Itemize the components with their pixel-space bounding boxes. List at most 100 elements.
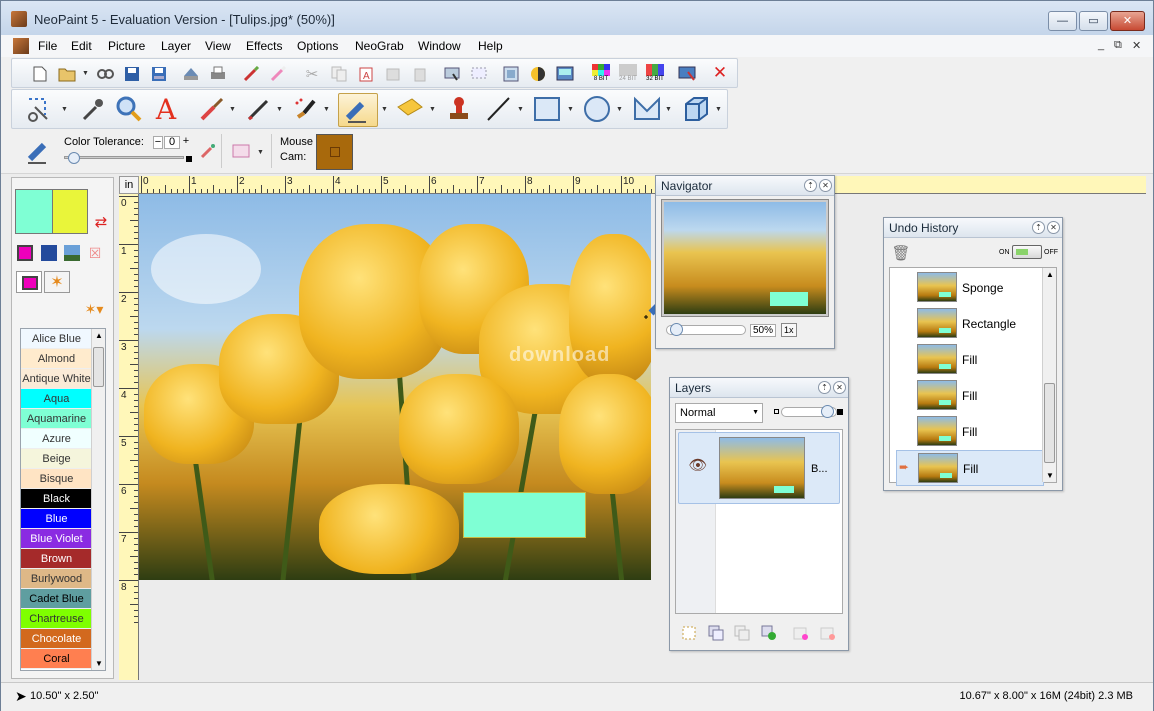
- brush-dropdown[interactable]: ▼: [229, 106, 236, 113]
- duplicate-layer-icon[interactable]: [707, 624, 725, 642]
- undo-history-item[interactable]: Fill: [896, 342, 1044, 378]
- line-dropdown[interactable]: ▼: [517, 106, 524, 113]
- close-document-icon[interactable]: ✕: [711, 63, 729, 82]
- solid-color-icon[interactable]: [40, 244, 58, 262]
- layers-pin-button[interactable]: ⇡: [818, 381, 831, 394]
- app-icon[interactable]: [11, 11, 27, 27]
- scroll-up-button[interactable]: ▲: [1046, 270, 1054, 279]
- menu-window[interactable]: Window: [418, 39, 461, 53]
- color-list-item[interactable]: Burlywood: [21, 569, 92, 589]
- brush-icon[interactable]: [197, 94, 227, 124]
- menu-file[interactable]: File: [38, 39, 57, 53]
- trash-icon[interactable]: 🗑: [891, 244, 910, 262]
- tab-palette[interactable]: [16, 271, 42, 293]
- tab-effects[interactable]: ✶: [44, 271, 70, 293]
- menu-help[interactable]: Help: [478, 39, 503, 53]
- stamp-icon[interactable]: [444, 94, 474, 124]
- eraser-dropdown[interactable]: ▼: [381, 106, 388, 113]
- eyedropper-icon[interactable]: [77, 94, 107, 124]
- layer-up-icon[interactable]: [792, 624, 810, 642]
- undo-history-item[interactable]: Fill: [896, 414, 1044, 450]
- menu-layer[interactable]: Layer: [161, 39, 191, 53]
- scroll-thumb[interactable]: [1044, 383, 1055, 463]
- paste-icon[interactable]: A: [357, 65, 375, 83]
- color-list-item[interactable]: Antique White: [21, 369, 92, 389]
- tolerance-decrease-button[interactable]: −: [153, 136, 163, 149]
- sponge-icon[interactable]: [394, 94, 426, 124]
- ruler-unit[interactable]: in: [119, 176, 139, 194]
- pick-color-icon[interactable]: [199, 142, 217, 160]
- mdi-minimize-button[interactable]: _: [1098, 39, 1104, 51]
- delete-icon[interactable]: [411, 65, 429, 83]
- brightness-icon[interactable]: [529, 65, 547, 83]
- 24bit-icon[interactable]: 24 BIT: [617, 61, 639, 85]
- image-props-icon[interactable]: [556, 65, 574, 83]
- tolerance-increase-button[interactable]: +: [181, 136, 191, 149]
- save-as-icon[interactable]: [150, 65, 168, 83]
- tolerance-value-field[interactable]: 0: [164, 136, 180, 149]
- menu-effects[interactable]: Effects: [246, 39, 282, 53]
- color-list-item[interactable]: Beige: [21, 449, 92, 469]
- polygon-icon[interactable]: [632, 94, 662, 124]
- navigator-zoom-value[interactable]: 50%: [750, 324, 777, 337]
- opacity-thumb[interactable]: [821, 405, 834, 418]
- navigator-zoom-thumb[interactable]: [670, 323, 683, 336]
- polygon-dropdown[interactable]: ▼: [665, 106, 672, 113]
- text-icon[interactable]: A: [151, 93, 181, 126]
- eraser-icon[interactable]: [338, 93, 378, 127]
- redo-icon[interactable]: [270, 65, 288, 83]
- 8bit-icon[interactable]: 8 BIT: [590, 61, 612, 85]
- save-icon[interactable]: [123, 65, 141, 83]
- undo-icon[interactable]: [243, 65, 261, 83]
- color-list-item[interactable]: Cadet Blue: [21, 589, 92, 609]
- open-dropdown[interactable]: ▼: [82, 70, 89, 77]
- fill-mode-icon[interactable]: [231, 142, 251, 160]
- menu-picture[interactable]: Picture: [108, 39, 145, 53]
- no-fill-icon[interactable]: ☒: [86, 244, 104, 262]
- color-list-item[interactable]: Azure: [21, 429, 92, 449]
- fill-mode-dropdown[interactable]: ▼: [257, 149, 264, 156]
- browse-icon[interactable]: [96, 65, 114, 83]
- scroll-up-button[interactable]: ▲: [95, 331, 103, 340]
- delete-layer-icon[interactable]: [819, 624, 837, 642]
- scroll-thumb[interactable]: [93, 347, 104, 387]
- cut-icon[interactable]: ✂: [303, 65, 321, 83]
- cube-icon[interactable]: [681, 94, 711, 124]
- undo-history-pin-button[interactable]: ⇡: [1032, 221, 1045, 234]
- color-list-item[interactable]: Black: [21, 489, 92, 509]
- line-icon[interactable]: [483, 94, 513, 124]
- magic-wand-icon[interactable]: ✶▾: [80, 300, 108, 318]
- pattern-icon[interactable]: [63, 244, 81, 262]
- color-list-item[interactable]: Bisque: [21, 469, 92, 489]
- primary-color-swatch[interactable]: [15, 189, 53, 234]
- print-icon[interactable]: [209, 65, 227, 83]
- menu-edit[interactable]: Edit: [71, 39, 92, 53]
- document-icon[interactable]: [13, 38, 29, 54]
- undo-history-item[interactable]: ➨ Fill: [896, 450, 1044, 486]
- resize-icon[interactable]: [502, 65, 520, 83]
- selection-dropdown[interactable]: ▼: [61, 106, 68, 113]
- image-canvas[interactable]: download: [139, 194, 651, 580]
- color-list-item[interactable]: Chocolate: [21, 629, 92, 649]
- 32bit-icon[interactable]: 32 BIT: [644, 61, 666, 85]
- new-layer-icon[interactable]: [680, 624, 698, 642]
- layers-close-button[interactable]: ✕: [833, 381, 846, 394]
- navigator-1x-button[interactable]: 1x: [781, 323, 797, 337]
- ellipse-dropdown[interactable]: ▼: [616, 106, 623, 113]
- close-button[interactable]: ✕: [1110, 11, 1145, 31]
- tolerance-slider[interactable]: [64, 156, 184, 159]
- cube-dropdown[interactable]: ▼: [715, 106, 722, 113]
- eye-icon[interactable]: 👁: [687, 457, 709, 474]
- pen-dropdown[interactable]: ▼: [276, 106, 283, 113]
- select-all-icon[interactable]: [470, 65, 488, 83]
- navigator-preview[interactable]: [661, 199, 829, 317]
- pen-icon[interactable]: [244, 94, 274, 124]
- paste-into-icon[interactable]: [384, 65, 402, 83]
- copy-icon[interactable]: [330, 65, 348, 83]
- selection-icon[interactable]: [24, 94, 54, 124]
- blend-mode-select[interactable]: Normal ▼: [675, 403, 763, 423]
- rectangle-icon[interactable]: [532, 94, 562, 124]
- merge-layer-icon[interactable]: [733, 624, 751, 642]
- swap-colors-icon[interactable]: ⇄: [93, 214, 109, 231]
- mdi-restore-button[interactable]: ⧉: [1114, 39, 1122, 52]
